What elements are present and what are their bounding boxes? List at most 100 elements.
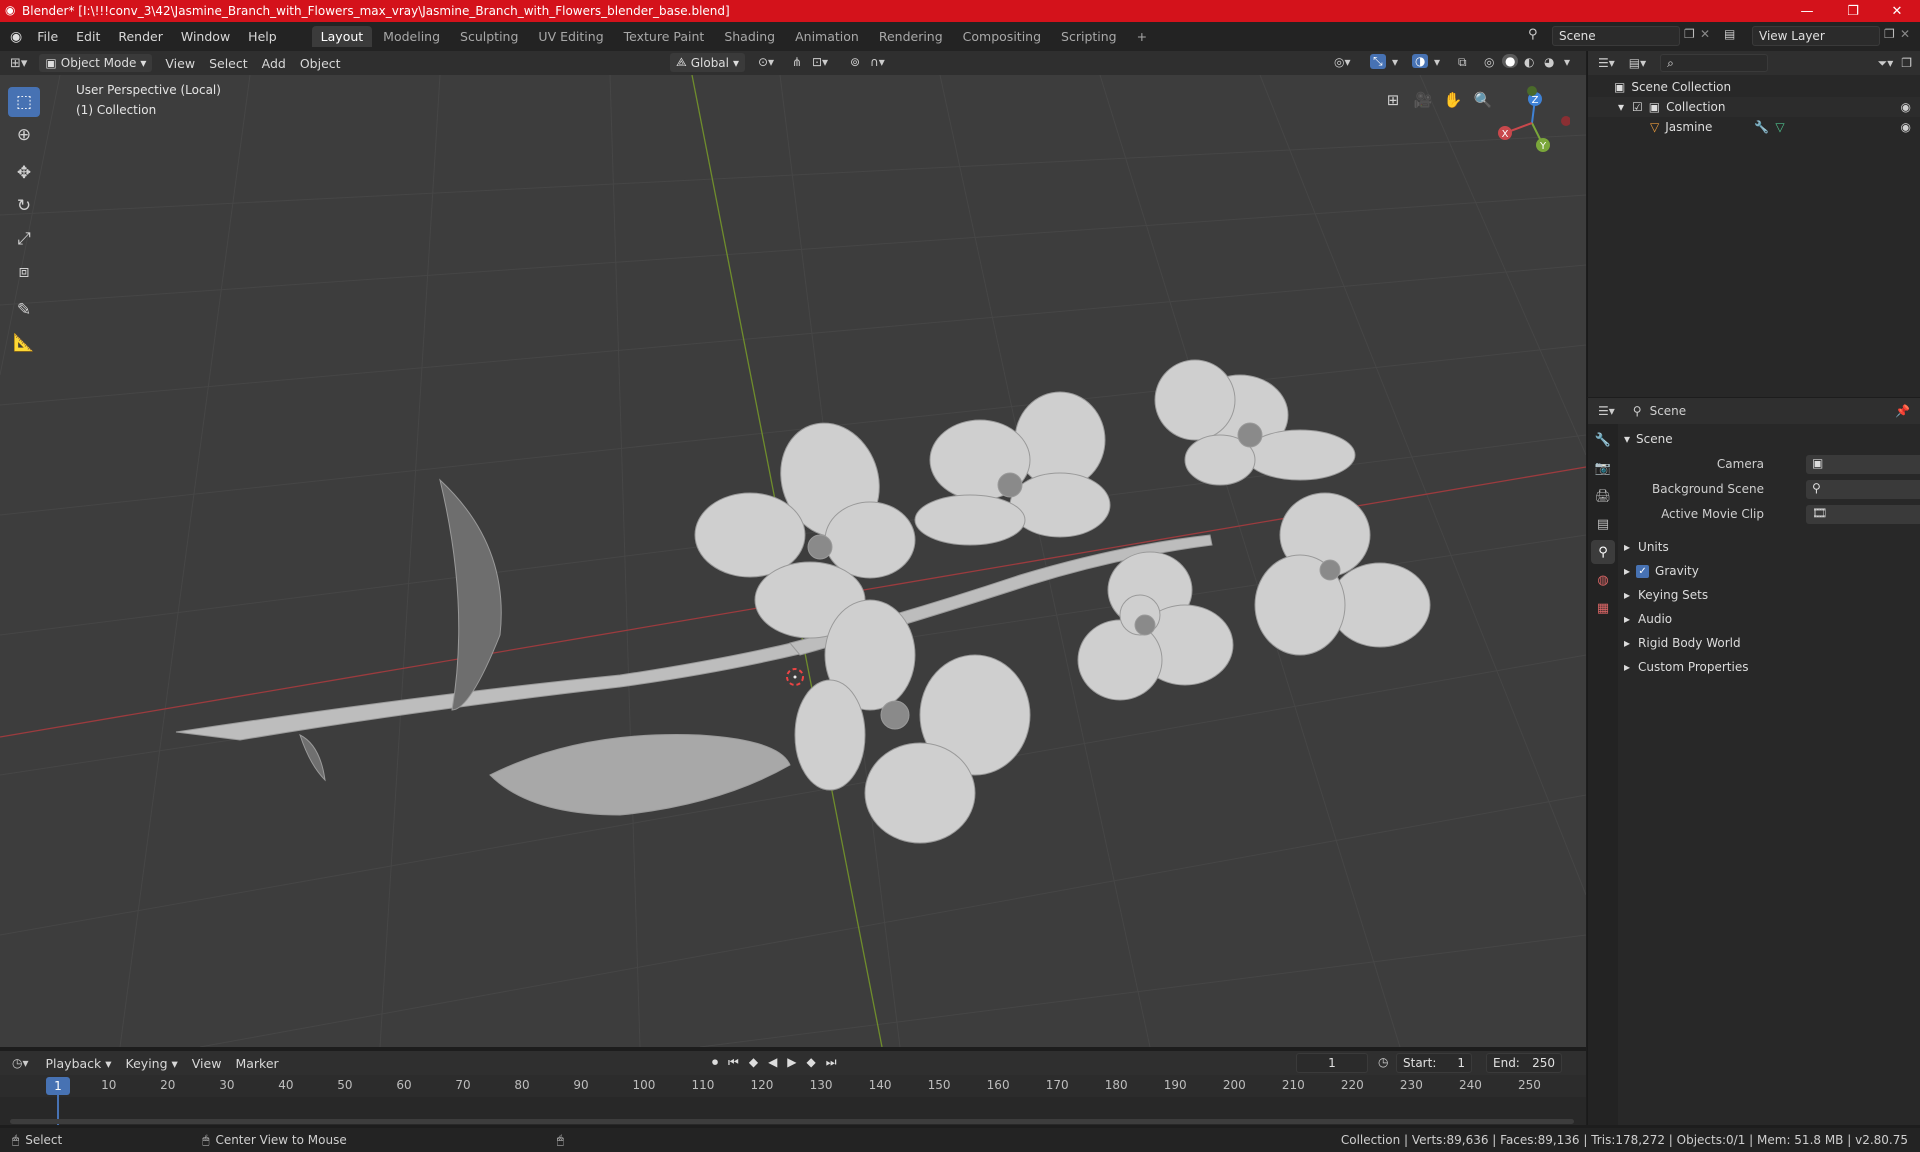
jump-end-icon[interactable]: ⏭ — [826, 1055, 837, 1070]
outliner-row-collection[interactable]: ▾ ☑ ▣ Collection ◉ — [1588, 97, 1920, 117]
tab-rendering[interactable]: Rendering — [870, 26, 952, 47]
object-mode-dropdown[interactable]: ▣ Object Mode ▾ — [39, 54, 153, 72]
menu-window[interactable]: Window — [172, 29, 239, 44]
outliner-row-scene-collection[interactable]: ▣ Scene Collection — [1588, 77, 1920, 97]
record-icon[interactable]: ⏺ — [712, 1055, 718, 1070]
close-button[interactable]: ✕ — [1874, 0, 1920, 22]
frame-ruler[interactable]: 10 20 30 40 50 60 70 80 90 100 110 120 130 140 150 160 1… — [0, 1075, 1586, 1097]
tab-animation[interactable]: Animation — [786, 26, 868, 47]
pivot-point-icon[interactable]: ⊙▾ — [758, 55, 774, 69]
tab-scripting[interactable]: Scripting — [1052, 26, 1126, 47]
delete-view-layer-icon[interactable]: ✕ — [1900, 27, 1910, 41]
outliner-editor-type-icon[interactable]: ☰▾ — [1598, 56, 1615, 70]
material-shading-icon[interactable]: ◐ — [1524, 55, 1534, 69]
minimize-button[interactable]: — — [1784, 0, 1830, 22]
menu-edit[interactable]: Edit — [67, 29, 109, 44]
3d-viewport[interactable]: User Perspective (Local) (1) Collection … — [0, 75, 1586, 1047]
playback-menu[interactable]: Playback ▾ — [39, 1054, 119, 1073]
snap-target-icon[interactable]: ⊡▾ — [812, 55, 828, 69]
viewport-menu-object[interactable]: Object — [293, 54, 348, 73]
next-keyframe-icon[interactable]: ◆ — [807, 1055, 816, 1070]
tab-sculpting[interactable]: Sculpting — [451, 26, 527, 47]
active-movie-clip-field[interactable]: 🎞 — [1806, 504, 1920, 524]
view-layer-icon[interactable]: ▤ — [1724, 27, 1735, 41]
output-tab-icon[interactable]: 🖨 — [1591, 484, 1615, 508]
properties-editor-type-icon[interactable]: ☰▾ — [1598, 404, 1615, 418]
visibility-icon[interactable]: ◎▾ — [1334, 55, 1351, 69]
tab-texture-paint[interactable]: Texture Paint — [615, 26, 714, 47]
transform-orientation-dropdown[interactable]: ⟁ Global ▾ — [670, 53, 746, 72]
scale-tool[interactable]: ⤢ — [8, 224, 40, 254]
pan-hand-icon[interactable]: ✋ — [1440, 87, 1466, 113]
gravity-panel-header[interactable]: ▸ ✓ Gravity — [1624, 560, 1914, 582]
background-scene-field[interactable]: ⚲ — [1806, 479, 1920, 499]
wireframe-shading-icon[interactable]: ◎ — [1484, 55, 1494, 69]
move-tool[interactable]: ✥ — [8, 158, 40, 188]
snap-icon[interactable]: ⋔ — [792, 55, 802, 69]
texture-tab-icon[interactable]: ▦ — [1591, 596, 1615, 620]
keying-menu[interactable]: Keying ▾ — [119, 1054, 185, 1073]
scene-tab-icon[interactable]: ⚲ — [1591, 540, 1615, 564]
scene-selector[interactable]: Scene — [1552, 26, 1680, 46]
new-scene-icon[interactable]: ❐ — [1684, 27, 1695, 41]
view-layer-selector[interactable]: View Layer — [1752, 26, 1880, 46]
grid-toggle-icon[interactable]: ⊞ — [1380, 87, 1406, 113]
viewport-menu-select[interactable]: Select — [202, 54, 255, 73]
menu-render[interactable]: Render — [109, 29, 172, 44]
tool-tab-icon[interactable]: 🔧 — [1591, 428, 1615, 452]
preview-range-icon[interactable]: ◷ — [1378, 1055, 1388, 1069]
playhead-frame-indicator[interactable]: 1 — [46, 1077, 70, 1095]
blender-menu-icon[interactable]: ◉ — [10, 29, 22, 45]
new-collection-icon[interactable]: ❐ — [1901, 56, 1912, 70]
select-box-tool[interactable]: ⬚ — [8, 87, 40, 117]
timeline-view-menu[interactable]: View — [185, 1054, 229, 1073]
overlay-dropdown-icon[interactable]: ▾ — [1434, 55, 1440, 69]
keying-sets-panel-header[interactable]: ▸ Keying Sets — [1624, 584, 1914, 606]
transform-tool[interactable]: ⧈ — [8, 257, 40, 287]
prev-keyframe-icon[interactable]: ◆ — [749, 1055, 758, 1070]
solid-shading-icon[interactable]: ● — [1502, 54, 1519, 68]
delete-scene-icon[interactable]: ✕ — [1700, 27, 1710, 41]
timeline-scrollbar[interactable] — [10, 1119, 1574, 1124]
outliner-row-jasmine[interactable]: ▽ Jasmine 🔧 ▽ ◉ — [1588, 117, 1920, 137]
audio-panel-header[interactable]: ▸ Audio — [1624, 608, 1914, 630]
pin-icon[interactable]: 📌 — [1895, 404, 1910, 418]
outliner-search-input[interactable]: ⌕ — [1660, 54, 1769, 72]
jump-start-icon[interactable]: ⏮ — [728, 1055, 739, 1070]
camera-field[interactable]: ▣ ✎ — [1806, 454, 1920, 474]
units-panel-header[interactable]: ▸ Units — [1624, 536, 1914, 558]
eye-icon[interactable]: ◉ — [1901, 100, 1911, 114]
viewport-menu-view[interactable]: View — [158, 54, 202, 73]
tab-compositing[interactable]: Compositing — [954, 26, 1050, 47]
add-workspace-button[interactable]: + — [1128, 26, 1156, 47]
scene-icon[interactable]: ⚲ — [1528, 27, 1538, 42]
measure-tool[interactable]: 📐 — [8, 328, 40, 358]
maximize-button[interactable]: ❐ — [1830, 0, 1876, 22]
cursor-tool[interactable]: ⊕ — [8, 120, 40, 150]
rendered-shading-icon[interactable]: ◕ — [1544, 55, 1554, 69]
camera-view-icon[interactable]: 🎥 — [1410, 87, 1436, 113]
gizmo-toggle-icon[interactable]: ⤡ — [1370, 54, 1386, 69]
tab-shading[interactable]: Shading — [715, 26, 784, 47]
expand-arrow-icon[interactable]: ▾ — [1618, 100, 1624, 114]
tab-layout[interactable]: Layout — [311, 26, 373, 47]
play-icon[interactable]: ▶ — [787, 1055, 796, 1070]
gizmo-dropdown-icon[interactable]: ▾ — [1392, 55, 1398, 69]
timeline-area[interactable]: 10 20 30 40 50 60 70 80 90 100 110 120 130 140 150 160 1… — [0, 1075, 1586, 1125]
custom-properties-panel-header[interactable]: ▸ Custom Properties — [1624, 656, 1914, 678]
modifier-wrench-icon[interactable]: 🔧 — [1754, 120, 1769, 134]
mesh-data-icon[interactable]: ▽ — [1775, 120, 1784, 134]
current-frame-field[interactable]: 1 — [1296, 1053, 1368, 1073]
gravity-checkbox[interactable]: ✓ — [1636, 564, 1650, 578]
annotate-tool[interactable]: ✎ — [8, 295, 40, 325]
menu-file[interactable]: File — [28, 29, 67, 44]
overlay-toggle-icon[interactable]: ◑ — [1412, 54, 1429, 68]
menu-help[interactable]: Help — [239, 29, 286, 44]
marker-menu[interactable]: Marker — [228, 1054, 285, 1073]
shading-dropdown-icon[interactable]: ▾ — [1564, 55, 1570, 69]
viewport-menu-add[interactable]: Add — [255, 54, 293, 73]
start-frame-field[interactable]: Start: 1 — [1396, 1053, 1472, 1073]
tab-uv-editing[interactable]: UV Editing — [529, 26, 612, 47]
editor-type-icon[interactable]: ⊞▾ — [10, 56, 27, 71]
world-tab-icon[interactable]: ◍ — [1591, 568, 1615, 592]
